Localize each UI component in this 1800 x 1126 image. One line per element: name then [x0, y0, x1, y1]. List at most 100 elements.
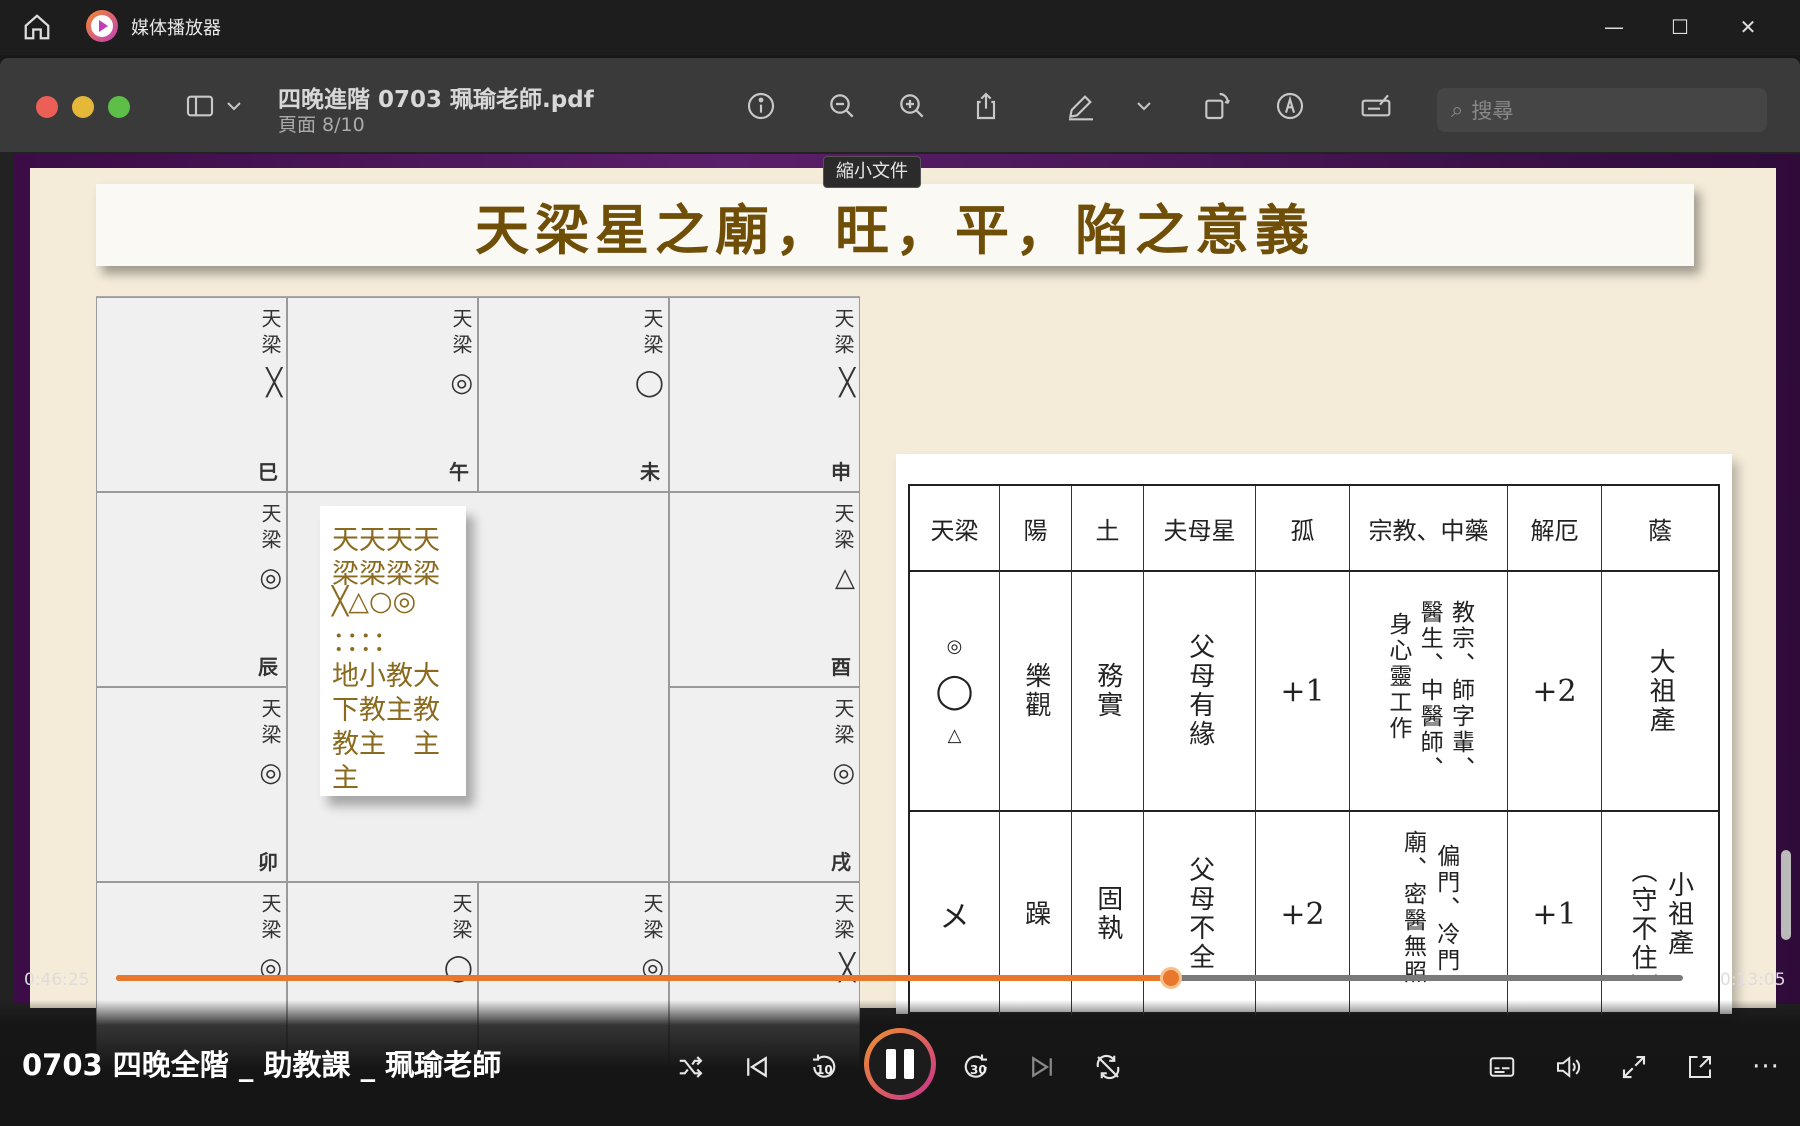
table-cell: +2 — [1508, 572, 1602, 812]
chart-cell-branch: 酉 — [831, 655, 851, 679]
table-cell: 躁 — [1000, 812, 1072, 1016]
chart-cell-star: 天梁 — [449, 893, 473, 945]
table-cell-text: 躁 — [1020, 899, 1051, 929]
slide-banner: 天梁星之廟，旺，平，陷之意義 — [96, 184, 1694, 266]
next-icon — [1032, 1056, 1052, 1078]
close-button[interactable]: ✕ — [1728, 10, 1768, 44]
chart-cell-branch: 巳 — [258, 460, 278, 484]
chart-cell-mark: ◯ — [634, 368, 664, 398]
chart-cell-star: 天梁 — [258, 503, 282, 555]
chart-cell-mark: ╳ — [266, 368, 282, 398]
shuffle-button[interactable] — [669, 1045, 713, 1089]
chart-cell-branch: 辰 — [258, 655, 278, 679]
sidebar-icon — [180, 86, 220, 126]
maximize-button[interactable]: ☐ — [1660, 10, 1700, 44]
chart-cell-mark: ◎ — [450, 368, 473, 398]
mac-close-dot — [36, 96, 58, 118]
table-cell-text: 宗教、中藥 — [1368, 516, 1489, 545]
chevron-down-icon — [1132, 86, 1156, 126]
table-cell-text: +1 — [1532, 896, 1577, 932]
table-cell-text: 偏門、冷門 — [1432, 844, 1459, 974]
captions-icon — [1489, 1057, 1515, 1077]
seek-bar[interactable] — [116, 967, 1683, 989]
table-cell-text: 小祖產 — [1663, 870, 1694, 958]
seek-bar-thumb[interactable] — [1159, 967, 1182, 989]
search-field: ⌕ 搜尋 — [1437, 88, 1767, 132]
previous-icon — [747, 1056, 767, 1078]
pause-button[interactable] — [864, 1028, 936, 1100]
skip-back-label: 10 — [816, 1063, 833, 1077]
repeat-off-icon — [1096, 1054, 1120, 1080]
search-icon: ⌕ — [1451, 97, 1464, 123]
window-titlebar: 媒体播放器 — ☐ ✕ — [0, 0, 1800, 55]
table-cell: 教宗、師字輩、 醫生、中醫師、 身心靈工作 — [1350, 572, 1508, 812]
table-cell-text: 陽 — [1023, 516, 1048, 545]
chart-cell-branch: 午 — [449, 460, 469, 484]
more-options-button[interactable]: ··· — [1744, 1045, 1788, 1089]
legend-note-line: ╳△○◎ — [332, 586, 417, 617]
table-header-cell: 夫母星 — [1144, 486, 1256, 572]
table-cell: +1 — [1256, 572, 1350, 812]
mac-zoom-dot — [108, 96, 130, 118]
shuffle-icon — [679, 1056, 703, 1078]
zoom-out-icon — [822, 86, 862, 126]
next-button[interactable] — [1020, 1045, 1064, 1089]
table-cell: 固執 — [1072, 812, 1144, 1016]
chart-cell-star: 天梁 — [831, 893, 855, 945]
table-header-cell: 陽 — [1000, 486, 1072, 572]
chart-cell-branch: 戌 — [831, 850, 851, 874]
minimize-button[interactable]: — — [1594, 10, 1634, 44]
table-header-cell: 土 — [1072, 486, 1144, 572]
table-header-cell: 宗教、中藥 — [1350, 486, 1508, 572]
page-indicator: 頁面 8/10 — [278, 114, 365, 136]
remaining-time: 0:13:05 — [1720, 970, 1786, 990]
previous-button[interactable] — [735, 1045, 779, 1089]
table-cell: 大祖產 — [1602, 572, 1718, 812]
table-cell: +2 — [1256, 812, 1350, 1016]
table-cell-text: 夫母星 — [1163, 516, 1236, 545]
media-title: 0703 四晚全階 _ 助教課 _ 珮瑜老師 — [22, 1048, 502, 1082]
chart-cell-star: 天梁 — [640, 893, 664, 945]
chart-cell-mark: ◎ — [259, 563, 282, 593]
legend-note: 天天天天 梁梁梁梁 ╳△○◎：：：： 地小教大 下教主教 教主 主主 — [320, 506, 466, 796]
repeat-off-button[interactable] — [1086, 1045, 1130, 1089]
skip-forward-label: 30 — [970, 1063, 987, 1077]
mini-player-button[interactable] — [1678, 1045, 1722, 1089]
table-cell-text: △ — [947, 725, 962, 746]
volume-button[interactable] — [1546, 1045, 1590, 1089]
preview-toolbar: 四晚進階 0703 珮瑜老師.pdf 頁面 8/10 ⌕ 搜尋 — [0, 58, 1800, 153]
video-frame[interactable]: 四晚進階 0703 珮瑜老師.pdf 頁面 8/10 ⌕ 搜尋 天梁星之廟，旺，… — [0, 58, 1800, 1126]
table-cell-text: 醫生、中醫師、 — [1416, 600, 1443, 782]
scrollbar[interactable] — [1781, 850, 1791, 940]
table-cell-text: 固執 — [1092, 885, 1123, 943]
chart-cell-branch: 卯 — [258, 850, 278, 874]
more-icon: ··· — [1752, 1052, 1780, 1082]
table-header-cell: 解厄 — [1508, 486, 1602, 572]
tooltip: 縮小文件 — [823, 156, 921, 188]
captions-button[interactable] — [1480, 1045, 1524, 1089]
volume-icon — [1557, 1056, 1581, 1078]
chart-cell: 天梁 △ 酉 — [669, 492, 860, 687]
table-cell: 小祖產 （守不住） — [1602, 812, 1718, 1016]
fullscreen-button[interactable] — [1612, 1045, 1656, 1089]
meaning-table-card: 天梁 陽 土 夫母星 孤 宗教、中藥 解厄 蔭 ◎ ◯ △ 樂觀 務實 父母有緣 +1 教宗、師字輩、 醫生、中… — [896, 454, 1732, 1016]
chart-cell-star: 天梁 — [640, 308, 664, 360]
legend-note-line: 主 — [332, 763, 359, 794]
media-player-window: 媒体播放器 — ☐ ✕ 四晚進階 0703 珮瑜老師.pdf 頁面 8/10 ⌕… — [0, 0, 1800, 1126]
pause-icon — [886, 1049, 914, 1079]
chart-cell-star: 天梁 — [831, 308, 855, 360]
chart-cell: 天梁 ◎ 午 — [287, 297, 478, 492]
info-icon — [741, 86, 781, 126]
chart-cell-star: 天梁 — [831, 503, 855, 555]
table-cell: ◎ ◯ △ — [910, 572, 1000, 812]
table-cell: 父母有緣 — [1144, 572, 1256, 812]
table-header-cell: 孤 — [1256, 486, 1350, 572]
chart-cell: 天梁 ╳ 申 — [669, 297, 860, 492]
table-cell: メ — [910, 812, 1000, 1016]
skip-back-button[interactable]: 10 — [801, 1045, 845, 1089]
table-cell-text: 務實 — [1092, 662, 1123, 720]
home-icon[interactable] — [22, 12, 52, 42]
table-cell-text: 廟、密醫無照 — [1399, 830, 1426, 986]
skip-forward-button[interactable]: 30 — [955, 1045, 999, 1089]
table-cell: 務實 — [1072, 572, 1144, 812]
